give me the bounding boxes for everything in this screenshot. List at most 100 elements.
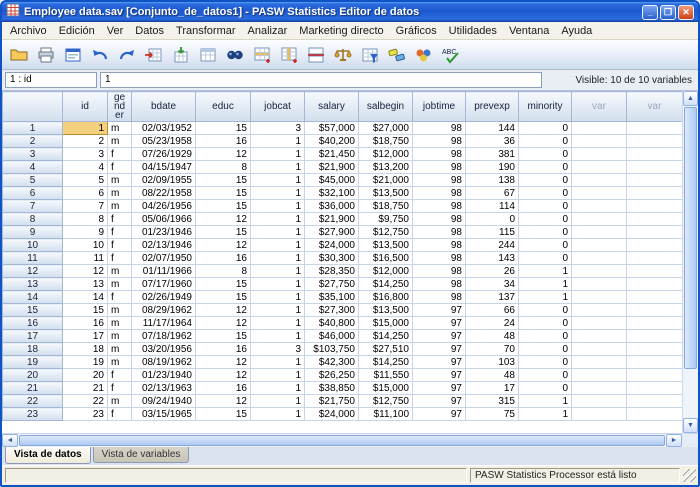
data-cell[interactable]: $21,900 <box>305 213 359 226</box>
data-cell[interactable]: 0 <box>519 187 572 200</box>
data-cell[interactable]: 12 <box>196 213 251 226</box>
row-header-23[interactable]: 23 <box>3 408 63 421</box>
data-cell[interactable]: 98 <box>413 252 466 265</box>
data-cell[interactable]: $27,000 <box>359 122 413 135</box>
data-cell[interactable]: 8 <box>196 161 251 174</box>
data-cell[interactable]: m <box>108 278 132 291</box>
data-cell[interactable]: $27,300 <box>305 304 359 317</box>
row-header-7[interactable]: 7 <box>3 200 63 213</box>
data-cell[interactable]: $40,200 <box>305 135 359 148</box>
data-cell[interactable]: 1 <box>251 265 305 278</box>
data-cell[interactable]: $12,000 <box>359 265 413 278</box>
data-cell[interactable] <box>572 174 627 187</box>
data-cell[interactable]: 0 <box>519 382 572 395</box>
row-header-19[interactable]: 19 <box>3 356 63 369</box>
data-cell[interactable]: $13,500 <box>359 239 413 252</box>
data-cell[interactable]: 1 <box>251 304 305 317</box>
data-cell[interactable] <box>627 174 683 187</box>
close-button[interactable]: ✕ <box>678 5 694 20</box>
data-cell[interactable]: 07/18/1962 <box>132 330 196 343</box>
data-cell[interactable]: 15 <box>196 278 251 291</box>
data-cell[interactable]: m <box>108 122 132 135</box>
data-cell[interactable]: 114 <box>466 200 519 213</box>
row-header-22[interactable]: 22 <box>3 395 63 408</box>
data-cell[interactable]: $28,350 <box>305 265 359 278</box>
scroll-up-button[interactable]: ▲ <box>683 91 698 106</box>
data-cell[interactable] <box>572 213 627 226</box>
data-cell[interactable]: 21 <box>63 382 108 395</box>
data-cell[interactable]: $45,000 <box>305 174 359 187</box>
data-cell[interactable]: 15 <box>196 330 251 343</box>
data-cell[interactable]: $14,250 <box>359 278 413 291</box>
menu-analizar[interactable]: Analizar <box>242 24 294 38</box>
data-cell[interactable]: 1 <box>251 200 305 213</box>
row-header-11[interactable]: 11 <box>3 252 63 265</box>
data-cell[interactable]: 1 <box>519 278 572 291</box>
data-cell[interactable]: 08/19/1962 <box>132 356 196 369</box>
data-cell[interactable]: 01/23/1940 <box>132 369 196 382</box>
data-cell[interactable]: 17 <box>63 330 108 343</box>
data-cell[interactable]: 02/07/1950 <box>132 252 196 265</box>
column-header-minority[interactable]: minority <box>519 92 572 122</box>
data-cell[interactable] <box>627 369 683 382</box>
data-cell[interactable] <box>572 317 627 330</box>
data-cell[interactable]: 190 <box>466 161 519 174</box>
data-cell[interactable] <box>627 356 683 369</box>
tab-data-view[interactable]: Vista de datos <box>5 447 91 464</box>
data-cell[interactable]: 17 <box>466 382 519 395</box>
data-cell[interactable]: 98 <box>413 278 466 291</box>
data-cell[interactable]: 07/17/1960 <box>132 278 196 291</box>
data-cell[interactable]: 1 <box>519 395 572 408</box>
data-cell[interactable]: f <box>108 408 132 421</box>
data-cell[interactable] <box>572 200 627 213</box>
data-cell[interactable] <box>572 330 627 343</box>
data-cell[interactable] <box>627 161 683 174</box>
data-cell[interactable]: 26 <box>466 265 519 278</box>
data-cell[interactable]: 12 <box>196 239 251 252</box>
row-header-6[interactable]: 6 <box>3 187 63 200</box>
data-cell[interactable]: $42,300 <box>305 356 359 369</box>
column-header-jobcat[interactable]: jobcat <box>251 92 305 122</box>
data-cell[interactable]: 1 <box>251 213 305 226</box>
data-cell[interactable] <box>627 382 683 395</box>
column-header-var[interactable]: var <box>572 92 627 122</box>
menu-ayuda[interactable]: Ayuda <box>555 24 598 38</box>
data-cell[interactable] <box>572 239 627 252</box>
undo-icon[interactable] <box>88 43 112 67</box>
data-cell[interactable]: 0 <box>519 213 572 226</box>
spell-check-icon[interactable]: ABC <box>439 43 463 67</box>
data-cell[interactable]: 97 <box>413 356 466 369</box>
data-cell[interactable]: 7 <box>63 200 108 213</box>
data-cell[interactable]: 0 <box>519 343 572 356</box>
column-header-var[interactable]: var <box>627 92 683 122</box>
data-cell[interactable]: f <box>108 252 132 265</box>
data-cell[interactable]: 0 <box>519 148 572 161</box>
data-cell[interactable] <box>572 187 627 200</box>
data-cell[interactable]: 1 <box>251 317 305 330</box>
data-cell[interactable]: 97 <box>413 343 466 356</box>
data-cell[interactable]: 98 <box>413 148 466 161</box>
data-cell[interactable]: 03/15/1965 <box>132 408 196 421</box>
data-cell[interactable]: 0 <box>519 304 572 317</box>
data-cell[interactable]: 0 <box>519 161 572 174</box>
row-header-13[interactable]: 13 <box>3 278 63 291</box>
data-cell[interactable] <box>627 265 683 278</box>
column-header-salary[interactable]: salary <box>305 92 359 122</box>
redo-icon[interactable] <box>115 43 139 67</box>
data-cell[interactable]: 75 <box>466 408 519 421</box>
data-cell[interactable]: 11 <box>63 252 108 265</box>
data-cell[interactable]: 01/11/1966 <box>132 265 196 278</box>
data-cell[interactable]: 0 <box>519 226 572 239</box>
data-cell[interactable]: m <box>108 317 132 330</box>
data-cell[interactable]: 103 <box>466 356 519 369</box>
data-cell[interactable]: 16 <box>196 343 251 356</box>
data-cell[interactable]: 98 <box>413 161 466 174</box>
data-cell[interactable]: 115 <box>466 226 519 239</box>
column-header-educ[interactable]: educ <box>196 92 251 122</box>
menu-archivo[interactable]: Archivo <box>4 24 53 38</box>
data-cell[interactable]: m <box>108 187 132 200</box>
data-cell[interactable]: 22 <box>63 395 108 408</box>
dialog-recall-icon[interactable] <box>61 43 85 67</box>
data-cell[interactable]: 8 <box>63 213 108 226</box>
data-cell[interactable] <box>572 369 627 382</box>
